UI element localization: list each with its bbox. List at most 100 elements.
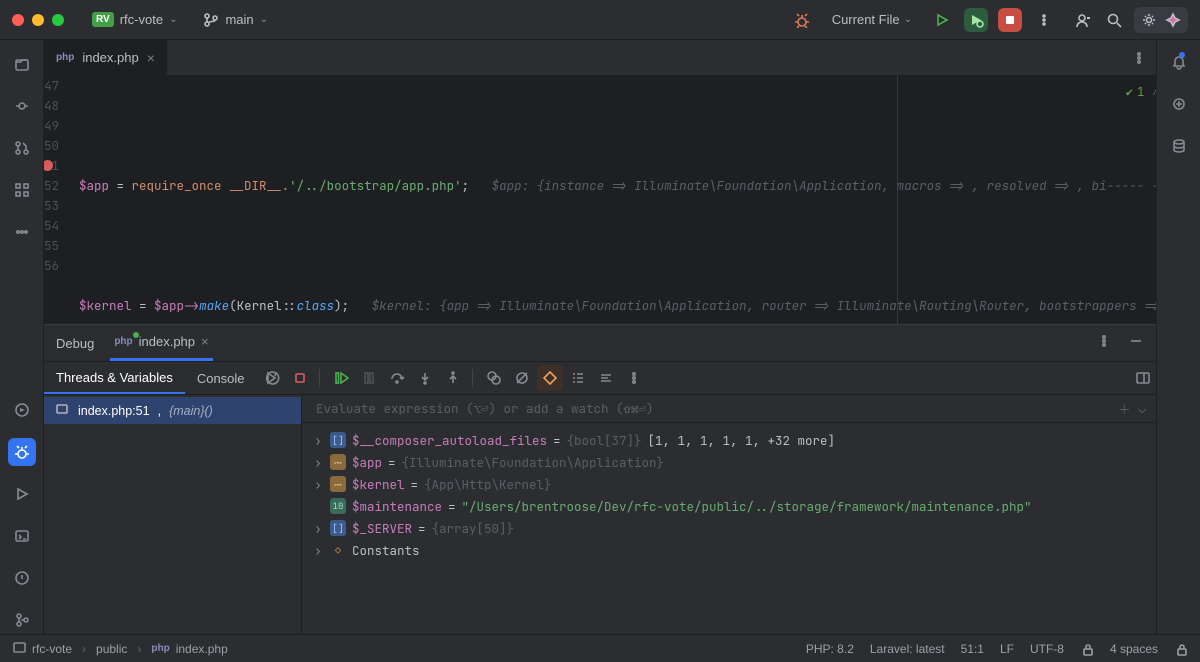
ai-assistant-rail-icon[interactable] [1165, 90, 1193, 118]
editor-tab-index[interactable]: php index.php × [44, 40, 168, 75]
structure-tool-icon[interactable] [8, 176, 36, 204]
chevron-down-icon: ⌄ [260, 14, 268, 25]
evaluate-input[interactable]: Evaluate expression (⌥⏎) or add a watch … [302, 395, 1156, 423]
layout-icon[interactable] [1130, 365, 1156, 391]
status-readonly-icon[interactable] [1080, 642, 1094, 656]
ai-assistant-icon[interactable] [1164, 11, 1182, 29]
pull-requests-icon[interactable] [8, 134, 36, 162]
line-number: 54 [44, 216, 59, 236]
variable-name: $kernel [352, 476, 405, 493]
close-window-icon[interactable] [12, 14, 24, 26]
hide-panel-icon[interactable] [1128, 333, 1144, 354]
titlebar: RV rfc-vote ⌄ main ⌄ Current File ⌄ [0, 0, 1200, 40]
tab-threads-variables[interactable]: Threads & Variables [44, 362, 185, 394]
status-line-sep[interactable]: LF [1000, 642, 1014, 656]
breadcrumb-file[interactable]: index.php [176, 642, 228, 656]
step-over-icon[interactable] [384, 365, 410, 391]
editor-gutter[interactable]: 47 48 49 50 51 52 53 54 55 56 [44, 76, 73, 324]
mute-breakpoints-icon[interactable] [509, 365, 535, 391]
breakpoint-settings-icon[interactable] [537, 365, 563, 391]
services-tool-icon[interactable] [8, 396, 36, 424]
stack-frame[interactable]: index.php:51, {main}() [44, 397, 301, 424]
status-indent[interactable]: 4 spaces [1110, 642, 1158, 656]
code-editor[interactable]: 47 48 49 50 51 52 53 54 55 56 ✔1 ˄˅ $app… [44, 76, 1156, 324]
run-button[interactable] [930, 8, 954, 32]
debug-session-label: index.php [139, 334, 195, 349]
zoom-window-icon[interactable] [52, 14, 64, 26]
project-selector[interactable]: RV rfc-vote ⌄ [84, 8, 185, 31]
debug-bug-icon[interactable] [790, 8, 814, 32]
step-out-icon[interactable] [440, 365, 466, 391]
editor-tabs: php index.php × [44, 40, 1156, 76]
twistie-icon[interactable]: › [312, 520, 324, 537]
status-cursor-position[interactable]: 51:1 [961, 642, 984, 656]
debug-session-tab[interactable]: php index.php × [110, 325, 212, 361]
add-watch-icon[interactable]: ＋ [1118, 399, 1131, 418]
status-php-version[interactable]: PHP: 8.2 [806, 642, 854, 656]
variable-name: $_SERVER [352, 520, 412, 537]
variable-row[interactable]: ›◇Constants [312, 539, 1150, 561]
variable-row[interactable]: ›[]$_SERVER = {array[50]} [312, 517, 1150, 539]
notifications-icon[interactable] [1165, 48, 1193, 76]
more-run-actions[interactable] [1032, 8, 1056, 32]
variable-name: $app [352, 454, 382, 471]
status-memory-icon[interactable] [1174, 642, 1188, 656]
show-values-icon[interactable] [565, 365, 591, 391]
database-tool-icon[interactable] [1165, 132, 1193, 160]
layout-settings-icon[interactable] [593, 365, 619, 391]
breadcrumb-folder[interactable]: public [96, 642, 127, 656]
twistie-icon[interactable]: › [312, 432, 324, 449]
search-icon[interactable] [1102, 8, 1126, 32]
variable-type-icon: ⎓ [330, 476, 346, 492]
equals: = [388, 454, 396, 471]
commit-tool-icon[interactable] [8, 92, 36, 120]
line-number-breakpoint[interactable]: 51 [44, 156, 59, 176]
resume-icon[interactable] [328, 365, 354, 391]
pause-icon[interactable] [356, 365, 382, 391]
variable-row[interactable]: ›⎓$app = {Illuminate\Foundation\Applicat… [312, 451, 1150, 473]
chevron-down-icon: ⌄ [169, 14, 177, 25]
variable-row[interactable]: 10$maintenance = "/Users/brentroose/Dev/… [312, 495, 1150, 517]
twistie-icon[interactable]: › [312, 542, 324, 559]
settings-icon[interactable] [1140, 11, 1158, 29]
stop-icon[interactable] [287, 365, 313, 391]
debug-more-icon[interactable] [1096, 333, 1112, 354]
code-content[interactable]: ✔1 ˄˅ $app = require_once __DIR__.'/../b… [73, 76, 1156, 324]
rerun-icon[interactable] [259, 365, 285, 391]
more-debug-icon[interactable] [621, 365, 647, 391]
minimize-window-icon[interactable] [32, 14, 44, 26]
editor-tab-more-icon[interactable] [1122, 40, 1156, 75]
breadcrumb-project[interactable]: rfc-vote [32, 642, 72, 656]
expand-eval-icon[interactable]: ⌄ [1138, 400, 1146, 417]
vcs-tool-icon[interactable] [8, 606, 36, 634]
git-branch-selector[interactable]: main ⌄ [195, 8, 276, 32]
problems-tool-icon[interactable] [8, 564, 36, 592]
stop-button[interactable] [998, 8, 1022, 32]
run-config-selector[interactable]: Current File ⌄ [824, 8, 920, 31]
breadcrumbs[interactable]: rfc-vote › public › php index.php [12, 640, 228, 657]
variable-row[interactable]: ›[]$__composer_autoload_files = {bool[37… [312, 429, 1150, 451]
inspections-widget[interactable]: ✔1 [1126, 82, 1144, 102]
line-number: 56 [44, 256, 59, 276]
status-laravel-version[interactable]: Laravel: latest [870, 642, 945, 656]
twistie-icon[interactable]: › [312, 454, 324, 471]
close-icon[interactable]: × [201, 334, 209, 349]
debug-header: Debug php index.php × [44, 325, 1156, 361]
run-tool-icon[interactable] [8, 480, 36, 508]
left-tool-rail [0, 40, 44, 634]
debug-tool-icon[interactable] [8, 438, 36, 466]
twistie-icon[interactable]: › [312, 476, 324, 493]
tab-console[interactable]: Console [185, 362, 257, 394]
close-tab-icon[interactable]: × [147, 50, 155, 66]
step-into-icon[interactable] [412, 365, 438, 391]
run-debug-button[interactable] [964, 8, 988, 32]
status-encoding[interactable]: UTF-8 [1030, 642, 1064, 656]
variable-row[interactable]: ›⎓$kernel = {App\Http\Kernel} [312, 473, 1150, 495]
view-breakpoints-icon[interactable] [481, 365, 507, 391]
editor-tab-label: index.php [82, 50, 138, 65]
frame-function: {main}() [169, 404, 213, 418]
more-tools-icon[interactable] [8, 218, 36, 246]
project-tool-icon[interactable] [8, 50, 36, 78]
collaborate-icon[interactable] [1070, 8, 1094, 32]
terminal-tool-icon[interactable] [8, 522, 36, 550]
